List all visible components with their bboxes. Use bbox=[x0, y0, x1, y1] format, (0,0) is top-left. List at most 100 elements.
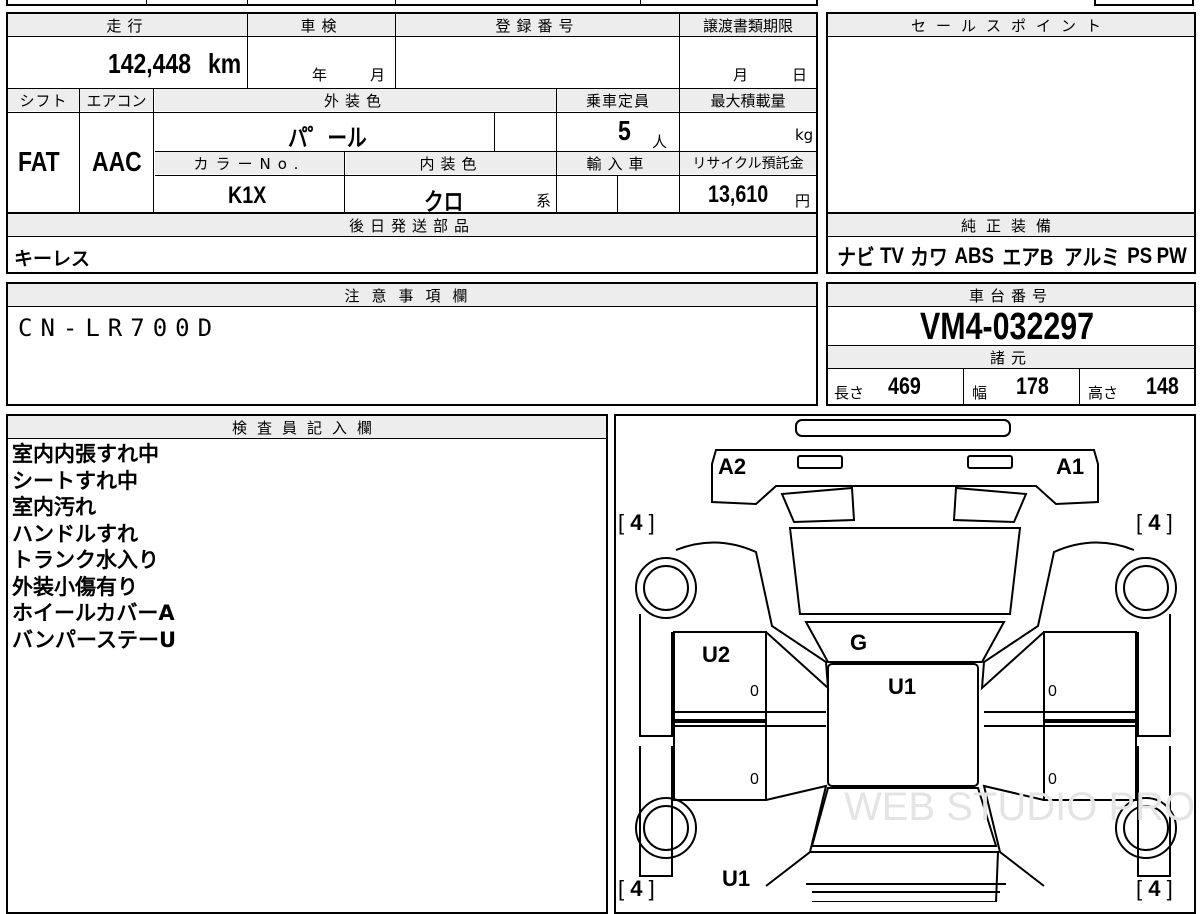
bumper-slot-left bbox=[797, 455, 843, 469]
tire-front-left: [ 4 ] bbox=[618, 510, 655, 535]
left-quarter bbox=[765, 784, 828, 887]
row-line bbox=[8, 236, 816, 237]
notes-header: 注意事項欄 bbox=[8, 284, 816, 306]
door-zero-rr: 0 bbox=[1048, 771, 1057, 788]
left-fender bbox=[639, 614, 673, 737]
row-line bbox=[8, 438, 606, 439]
spec-height-label: 高さ bbox=[1088, 384, 1119, 402]
color-no-header: カラーNo. bbox=[155, 152, 344, 174]
vehicle-info-table bbox=[6, 12, 818, 214]
capacity-header: 乗車定員 bbox=[557, 89, 679, 111]
spec-width-value: 178 bbox=[1016, 373, 1049, 400]
door-zero-fr: 0 bbox=[1048, 683, 1057, 700]
inspector-remark-line: シートすれ中 bbox=[12, 468, 138, 493]
mark-u1-roof: U1 bbox=[888, 674, 916, 699]
import-header: 輸入車 bbox=[557, 152, 679, 174]
door-zero-fl: 0 bbox=[750, 683, 759, 700]
bumper-slot-right bbox=[967, 455, 1013, 469]
row-line bbox=[155, 175, 816, 176]
top-strip-divider bbox=[247, 0, 248, 6]
equipment-list: ナビ TV カワ ABS エアB アルミ PS PW bbox=[834, 240, 1190, 272]
interior-suffix: 系 bbox=[536, 192, 552, 210]
inspector-remarks: 室内内張すれ中 シートすれ中 室内汚れ ハンドルすれ トランク水入り 外装小傷有り ホイール… bbox=[12, 441, 176, 653]
tire-rear-right: [ 4 ] bbox=[1136, 876, 1173, 901]
headlight-right bbox=[952, 486, 1028, 524]
sales-point-header: セールスポイント bbox=[828, 14, 1194, 36]
col-line bbox=[395, 14, 396, 88]
right-side-profile bbox=[980, 541, 1135, 691]
registration-header: 登録番号 bbox=[396, 14, 679, 36]
top-strip-divider bbox=[640, 0, 641, 6]
mileage-value: 142,448 bbox=[108, 48, 191, 79]
row-line bbox=[8, 36, 816, 37]
recycle-unit: 円 bbox=[795, 192, 811, 210]
windshield-shape bbox=[804, 621, 1006, 663]
row-line bbox=[828, 368, 1194, 369]
equipment-item: PW bbox=[1157, 243, 1188, 268]
parts-shipping-value: キーレス bbox=[14, 248, 91, 270]
inspector-remark-line: トランク水入り bbox=[12, 548, 159, 572]
inspector-remark-line: ハンドルすれ bbox=[12, 521, 138, 546]
specs-header: 諸元 bbox=[828, 346, 1194, 368]
rear-bumper-shape bbox=[806, 883, 1006, 893]
inspector-remark-line: 室内汚れ bbox=[12, 495, 96, 519]
trunk-shape bbox=[810, 851, 1000, 902]
grille-shape bbox=[795, 419, 1011, 437]
transfer-header: 譲渡書類期限 bbox=[680, 14, 816, 36]
equipment-item: アルミ bbox=[1063, 245, 1120, 270]
inspector-remark-line: バンパーステーU bbox=[12, 627, 177, 652]
inspector-header: 検査員記入欄 bbox=[8, 416, 606, 438]
top-strip bbox=[6, 0, 818, 6]
equipment-header: 純正装備 bbox=[828, 214, 1194, 236]
col-line bbox=[963, 368, 964, 404]
equipment-item: ナビ bbox=[837, 245, 875, 270]
inspection-header: 車検 bbox=[248, 14, 395, 36]
interior-header: 内装色 bbox=[346, 152, 556, 174]
exterior-header: 外装色 bbox=[155, 89, 556, 111]
tire-front-right: [ 4 ] bbox=[1136, 510, 1173, 535]
front-bumper-shape bbox=[711, 449, 1099, 506]
shift-header: シフト bbox=[8, 89, 79, 111]
col-line bbox=[153, 89, 154, 213]
transfer-month-unit: 月 bbox=[733, 66, 749, 84]
top-strip-divider bbox=[395, 0, 396, 6]
watermark: WEB STUDIO PRO bbox=[844, 785, 1194, 829]
wheel-front-left-inner bbox=[643, 565, 689, 611]
col-line bbox=[79, 89, 80, 213]
shift-value: FAT bbox=[18, 146, 60, 177]
parts-shipping-header: 後日発送部品 bbox=[8, 214, 816, 236]
row-line bbox=[828, 236, 1194, 237]
chassis-value: VM4-032297 bbox=[920, 306, 1095, 348]
row-line bbox=[8, 306, 816, 307]
door-front-right bbox=[1043, 631, 1137, 721]
inspector-remark-line: ホイールカバーA bbox=[12, 601, 175, 625]
top-strip-right bbox=[1094, 0, 1194, 6]
equipment-item: カワ bbox=[910, 245, 948, 270]
inspector-remark-line: 外装小傷有り bbox=[12, 574, 138, 599]
aircon-header: エアコン bbox=[80, 89, 153, 111]
spec-length-value: 469 bbox=[888, 373, 921, 400]
recycle-header: リサイクル預託金 bbox=[680, 152, 816, 174]
col-line bbox=[617, 175, 618, 213]
max-load-unit: kg bbox=[795, 126, 814, 144]
mark-g: G bbox=[850, 630, 867, 655]
wheel-rear-left-inner bbox=[643, 805, 689, 851]
capacity-value: 5 bbox=[618, 115, 631, 146]
equipment-item: PS bbox=[1126, 243, 1152, 268]
transfer-day-unit: 日 bbox=[792, 66, 808, 84]
spec-length-label: 長さ bbox=[834, 384, 865, 402]
top-strip-divider bbox=[146, 0, 147, 6]
col-line bbox=[679, 14, 680, 88]
wheel-front-right-inner bbox=[1123, 565, 1169, 611]
equipment-item: ABS bbox=[954, 243, 995, 268]
exterior-value: パ゜ール bbox=[288, 125, 367, 152]
spec-height-value: 148 bbox=[1146, 373, 1179, 400]
row-line bbox=[8, 112, 816, 113]
col-line bbox=[1079, 368, 1080, 404]
door-zero-rl: 0 bbox=[750, 771, 759, 788]
door-rear-left bbox=[673, 721, 767, 801]
mileage-unit: km bbox=[208, 48, 242, 79]
tire-rear-left: [ 4 ] bbox=[618, 876, 655, 901]
sales-point-box bbox=[826, 12, 1196, 214]
col-line bbox=[344, 151, 345, 213]
